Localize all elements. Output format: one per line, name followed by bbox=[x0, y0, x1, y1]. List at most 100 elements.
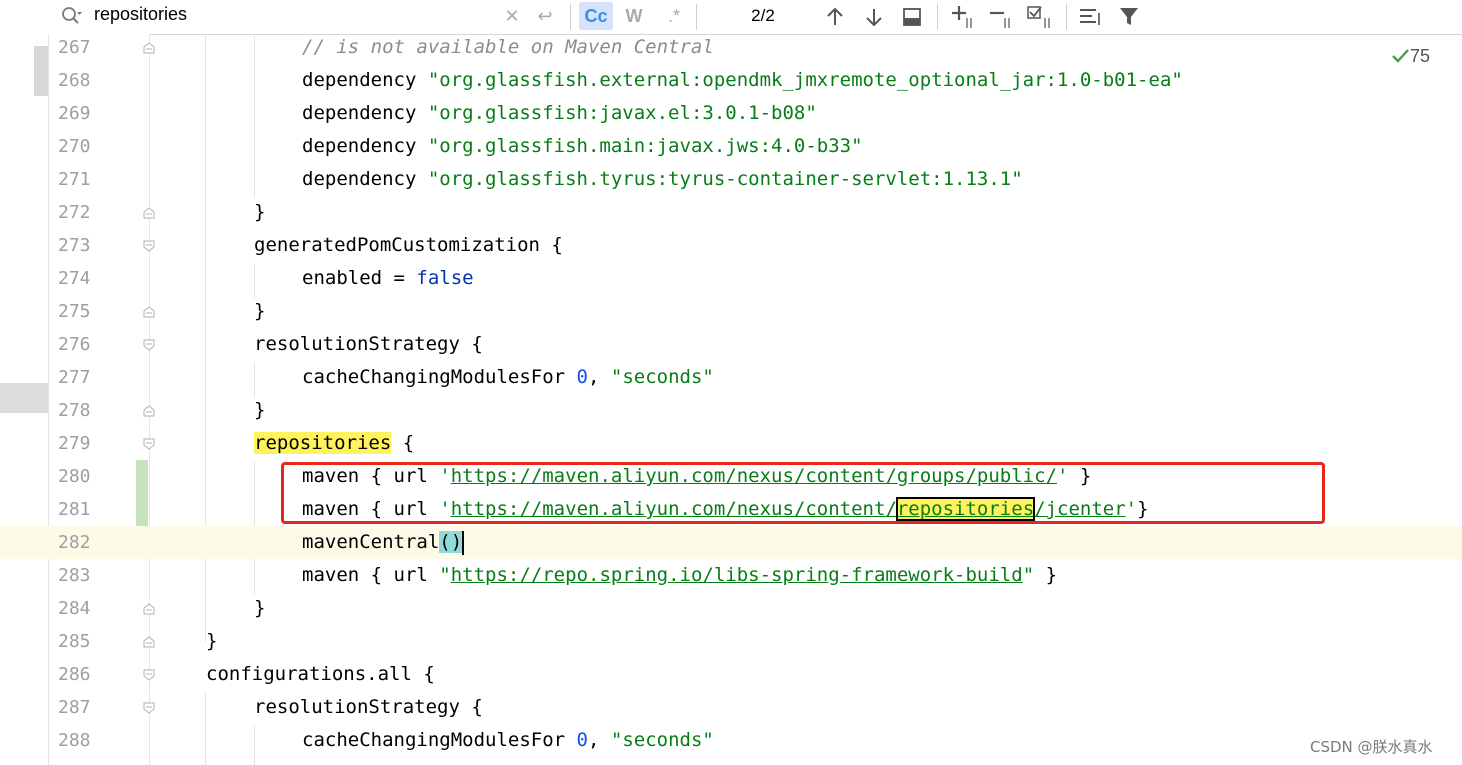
line-number: 280 bbox=[58, 466, 91, 487]
text-caret bbox=[462, 530, 465, 555]
code-text: cacheChangingModulesFor 0, "seconds" bbox=[302, 729, 714, 751]
code-text: resolutionStrategy { bbox=[254, 696, 483, 718]
code-text: repositories { bbox=[254, 432, 415, 454]
code-line: 268 dependency "org.glassfish.external:o… bbox=[0, 64, 1462, 97]
code-line: 272 } bbox=[0, 196, 1462, 229]
code-line: 270 dependency "org.glassfish.main:javax… bbox=[0, 130, 1462, 163]
line-number: 271 bbox=[58, 169, 91, 190]
code-line: 271 dependency "org.glassfish.tyrus:tyru… bbox=[0, 163, 1462, 196]
line-number: 281 bbox=[58, 499, 91, 520]
code-line: 287 resolutionStrategy { bbox=[0, 691, 1462, 724]
watermark-text: CSDN @朕水真水 bbox=[1310, 738, 1433, 756]
clear-search-icon[interactable]: ✕ bbox=[500, 2, 524, 30]
next-occurrence-icon[interactable] bbox=[863, 6, 885, 28]
code-text: } bbox=[254, 399, 266, 421]
code-text: configurations.all { bbox=[206, 663, 435, 685]
code-line: 276 resolutionStrategy { bbox=[0, 328, 1462, 361]
search-match-highlight: repositories bbox=[254, 432, 392, 454]
line-number: 276 bbox=[58, 334, 91, 355]
code-text: } bbox=[254, 597, 266, 619]
url-link[interactable]: https://repo.spring.io/libs-spring-frame… bbox=[451, 564, 1023, 586]
fold-end-icon[interactable] bbox=[142, 305, 156, 319]
line-number: 275 bbox=[58, 301, 91, 322]
fold-end-icon[interactable] bbox=[142, 404, 156, 418]
line-number: 286 bbox=[58, 664, 91, 685]
code-line: 288 cacheChangingModulesFor 0, "seconds" bbox=[0, 724, 1462, 757]
fold-end-icon[interactable] bbox=[142, 41, 156, 55]
code-text: maven { url "https://repo.spring.io/libs… bbox=[302, 564, 1058, 586]
line-number: 269 bbox=[58, 103, 91, 124]
code-line: 284 } bbox=[0, 592, 1462, 625]
fold-start-icon[interactable] bbox=[142, 668, 156, 682]
line-number: 283 bbox=[58, 565, 91, 586]
line-number: 270 bbox=[58, 136, 91, 157]
line-number: 278 bbox=[58, 400, 91, 421]
select-all-occurrences-icon[interactable] bbox=[1026, 4, 1054, 30]
toolbar-separator bbox=[1066, 4, 1067, 30]
toolbar-separator bbox=[696, 4, 697, 30]
filter-icon[interactable] bbox=[1118, 5, 1142, 29]
code-line: 277 cacheChangingModulesFor 0, "seconds" bbox=[0, 361, 1462, 394]
fold-start-icon[interactable] bbox=[142, 437, 156, 451]
fold-end-icon[interactable] bbox=[142, 602, 156, 616]
fold-end-icon[interactable] bbox=[142, 206, 156, 220]
inspection-widget[interactable]: 75 bbox=[1392, 46, 1430, 67]
code-text: resolutionStrategy { bbox=[254, 333, 483, 355]
code-text: dependency "org.glassfish.tyrus:tyrus-co… bbox=[302, 168, 1023, 190]
search-options-icon[interactable] bbox=[1078, 5, 1102, 29]
vcs-added-marker[interactable] bbox=[136, 493, 148, 526]
match-counter: 2/2 bbox=[751, 6, 775, 25]
code-text: dependency "org.glassfish:javax.el:3.0.1… bbox=[302, 102, 817, 124]
add-selection-icon[interactable] bbox=[950, 4, 976, 30]
code-line: 275 } bbox=[0, 295, 1462, 328]
code-line: 267 // is not available on Maven Central bbox=[0, 31, 1462, 64]
line-number: 272 bbox=[58, 202, 91, 223]
whole-words-toggle[interactable]: W bbox=[620, 2, 648, 30]
code-text: enabled = false bbox=[302, 267, 474, 289]
search-icon[interactable] bbox=[60, 5, 82, 27]
previous-occurrence-icon[interactable] bbox=[824, 6, 846, 28]
find-toolbar: repositories ✕ ↩ Cc W .* 2/2 bbox=[0, 0, 1462, 35]
code-line-current: 282 mavenCentral() bbox=[0, 526, 1462, 559]
code-text: dependency "org.glassfish.main:javax.jws… bbox=[302, 135, 863, 157]
code-line: 279 repositories { bbox=[0, 427, 1462, 460]
vcs-added-marker[interactable] bbox=[136, 460, 148, 493]
code-line: 274 enabled = false bbox=[0, 262, 1462, 295]
code-text: } bbox=[206, 630, 218, 652]
line-number: 273 bbox=[58, 235, 91, 256]
fold-end-icon[interactable] bbox=[142, 635, 156, 649]
line-number: 288 bbox=[58, 730, 91, 751]
fold-start-icon[interactable] bbox=[142, 338, 156, 352]
code-text: generatedPomCustomization { bbox=[254, 234, 563, 256]
inspection-count: 75 bbox=[1410, 46, 1431, 66]
line-number: 268 bbox=[58, 70, 91, 91]
brace-match-highlight: () bbox=[439, 531, 463, 553]
match-case-toggle[interactable]: Cc bbox=[579, 2, 613, 30]
unselect-occurrence-icon[interactable] bbox=[988, 4, 1014, 30]
line-number: 267 bbox=[58, 37, 91, 58]
line-number: 282 bbox=[58, 532, 91, 553]
toolbar-separator bbox=[570, 4, 571, 30]
line-number: 287 bbox=[58, 697, 91, 718]
checkmark-icon bbox=[1392, 49, 1409, 63]
code-line: 285 } bbox=[0, 625, 1462, 658]
line-number: 274 bbox=[58, 268, 91, 289]
code-line: 283 maven { url "https://repo.spring.io/… bbox=[0, 559, 1462, 592]
code-line: 273 generatedPomCustomization { bbox=[0, 229, 1462, 262]
fold-start-icon[interactable] bbox=[142, 701, 156, 715]
code-text: } bbox=[254, 300, 266, 322]
search-input[interactable]: repositories bbox=[94, 2, 187, 26]
code-text: dependency "org.glassfish.external:opend… bbox=[302, 69, 1183, 91]
new-line-icon[interactable]: ↩ bbox=[532, 2, 558, 30]
line-number: 284 bbox=[58, 598, 91, 619]
regex-toggle[interactable]: .* bbox=[660, 2, 688, 30]
line-number: 277 bbox=[58, 367, 91, 388]
code-line: 278 } bbox=[0, 394, 1462, 427]
line-number: 285 bbox=[58, 631, 91, 652]
code-text: } bbox=[254, 201, 266, 223]
fold-start-icon[interactable] bbox=[142, 239, 156, 253]
filter-search-results-icon[interactable] bbox=[901, 6, 923, 28]
code-text: mavenCentral() bbox=[302, 530, 465, 555]
toolbar-separator bbox=[937, 4, 938, 30]
code-text: cacheChangingModulesFor 0, "seconds" bbox=[302, 366, 714, 388]
